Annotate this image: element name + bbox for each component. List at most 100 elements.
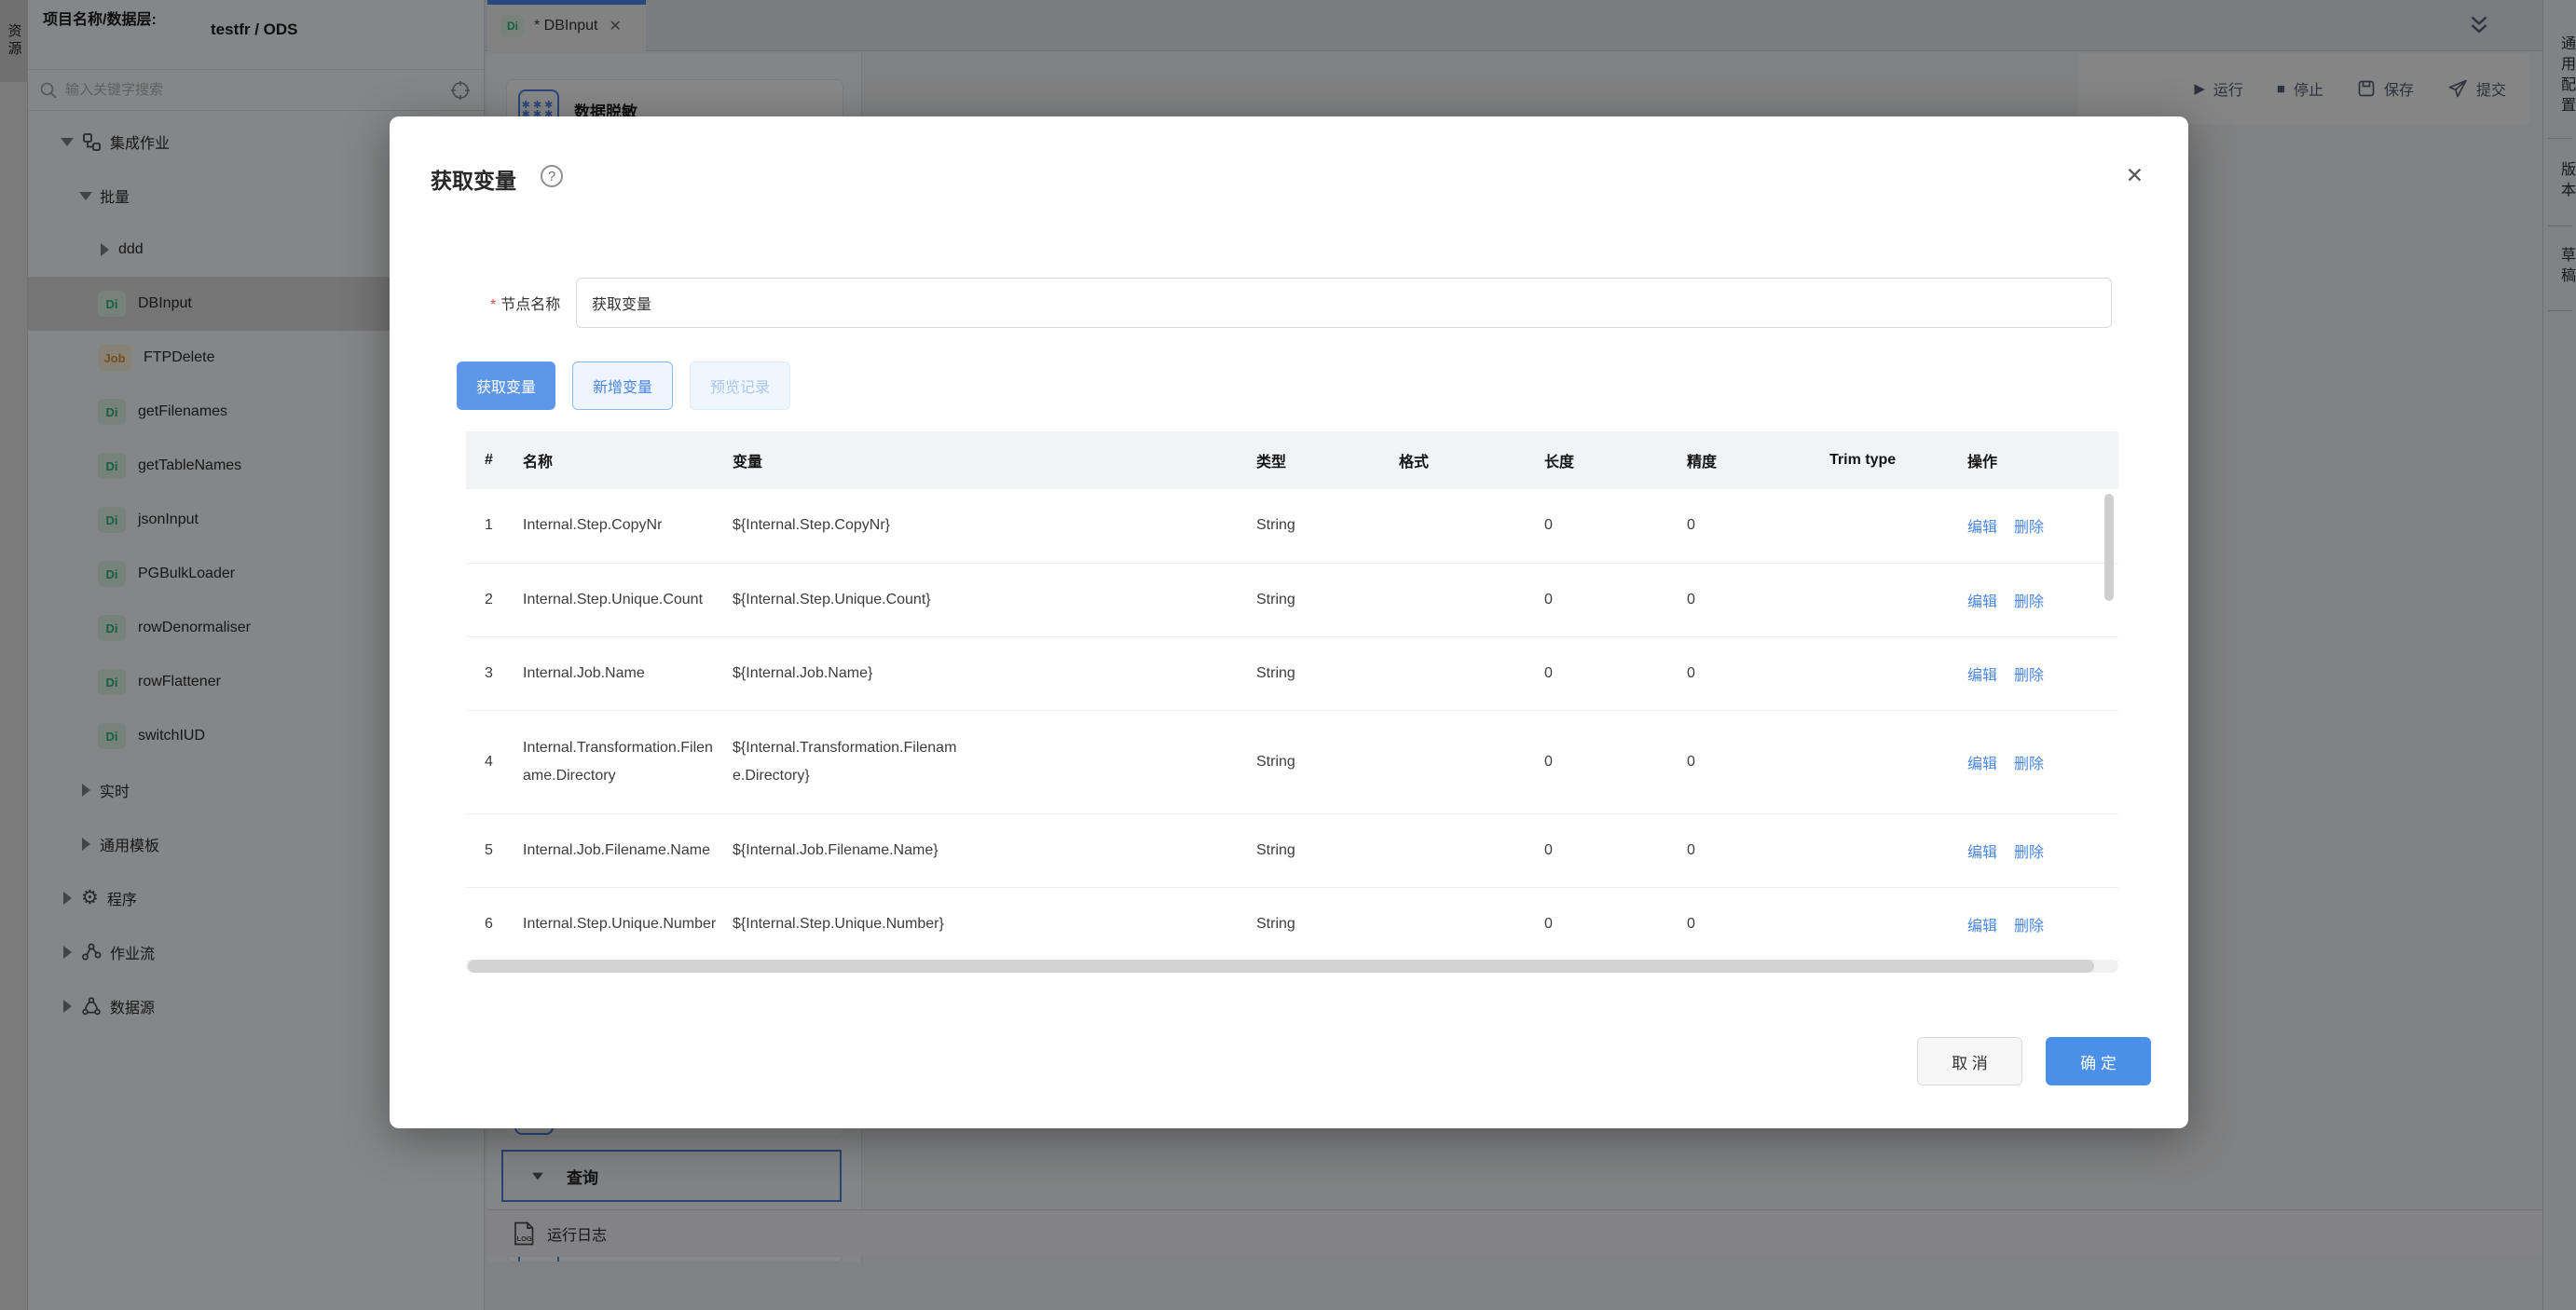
table-horizontal-scrollbar-thumb[interactable] <box>468 960 2094 973</box>
cell-format <box>1393 563 1539 636</box>
cell-variable: ${Internal.Step.Unique.Count} <box>727 563 1251 636</box>
cell-type: String <box>1251 887 1393 961</box>
fetch-variables-button[interactable]: 获取变量 <box>457 362 555 410</box>
close-icon[interactable]: ✕ <box>2126 165 2144 185</box>
name-text: Internal.Job.Name <box>523 660 645 688</box>
table-vertical-scrollbar[interactable] <box>2104 494 2114 601</box>
cell-index: 6 <box>466 887 517 961</box>
cell-name: Internal.Job.Filename.Name <box>517 813 727 887</box>
variables-table: # 名称 变量 类型 格式 长度 精度 Trim type 操作 1 Inter… <box>466 431 2118 962</box>
cell-variable: ${Internal.Transformation.Filename.Direc… <box>727 710 1251 813</box>
table-row: 5 Internal.Job.Filename.Name ${Internal.… <box>466 813 2118 887</box>
table-horizontal-scrollbar-track[interactable] <box>466 960 2118 973</box>
cell-type: String <box>1251 710 1393 813</box>
delete-link[interactable]: 删除 <box>2014 594 2044 610</box>
cell-name: Internal.Transformation.Filename.Directo… <box>517 710 727 813</box>
col-type: 类型 <box>1251 431 1393 489</box>
table-row: 4 Internal.Transformation.Filename.Direc… <box>466 710 2118 813</box>
variable-text: ${Internal.Step.CopyNr} <box>733 512 890 539</box>
table-row: 1 Internal.Step.CopyNr ${Internal.Step.C… <box>466 489 2118 563</box>
cell-index: 4 <box>466 710 517 813</box>
cell-precision: 0 <box>1681 887 1824 961</box>
cell-precision: 0 <box>1681 710 1824 813</box>
cell-length: 0 <box>1539 636 1681 710</box>
cell-name: Internal.Job.Name <box>517 636 727 710</box>
cell-type: String <box>1251 813 1393 887</box>
cell-precision: 0 <box>1681 489 1824 563</box>
delete-link[interactable]: 删除 <box>2014 919 2044 935</box>
confirm-button[interactable]: 确 定 <box>2046 1037 2151 1085</box>
cell-name: Internal.Step.CopyNr <box>517 489 727 563</box>
edit-link[interactable]: 编辑 <box>1967 845 1997 861</box>
variable-text: ${Internal.Transformation.Filename.Direc… <box>733 734 958 790</box>
cell-precision: 0 <box>1681 563 1824 636</box>
col-length: 长度 <box>1539 431 1681 489</box>
cell-index: 3 <box>466 636 517 710</box>
name-text: Internal.Step.Unique.Number <box>523 910 716 938</box>
table-row: 3 Internal.Job.Name ${Internal.Job.Name}… <box>466 636 2118 710</box>
cell-type: String <box>1251 636 1393 710</box>
node-name-label: *节点名称 <box>490 292 560 314</box>
col-index: # <box>466 431 517 489</box>
cancel-button[interactable]: 取 消 <box>1917 1037 2022 1085</box>
cell-actions: 编辑 删除 <box>1962 887 2118 961</box>
cell-name: Internal.Step.Unique.Count <box>517 563 727 636</box>
get-variables-dialog: 获取变量 ? ✕ *节点名称 获取变量 新增变量 预览记录 # 名称 变量 类型… <box>390 116 2188 1128</box>
cell-precision: 0 <box>1681 813 1824 887</box>
edit-link[interactable]: 编辑 <box>1967 520 1997 536</box>
delete-link[interactable]: 删除 <box>2014 757 2044 772</box>
cell-variable: ${Internal.Step.CopyNr} <box>727 489 1251 563</box>
delete-link[interactable]: 删除 <box>2014 668 2044 684</box>
cell-trim <box>1824 887 1962 961</box>
cell-trim <box>1824 813 1962 887</box>
delete-link[interactable]: 删除 <box>2014 520 2044 536</box>
dialog-action-buttons: 获取变量 新增变量 预览记录 <box>457 362 790 410</box>
col-variable: 变量 <box>727 431 1251 489</box>
cell-index: 2 <box>466 563 517 636</box>
name-text: Internal.Step.Unique.Count <box>523 586 703 614</box>
cell-format <box>1393 489 1539 563</box>
preview-records-button[interactable]: 预览记录 <box>690 362 790 410</box>
cell-index: 1 <box>466 489 517 563</box>
cell-trim <box>1824 563 1962 636</box>
cell-actions: 编辑 删除 <box>1962 636 2118 710</box>
node-name-input[interactable] <box>576 278 2112 328</box>
col-format: 格式 <box>1393 431 1539 489</box>
cell-type: String <box>1251 563 1393 636</box>
cell-format <box>1393 813 1539 887</box>
cell-length: 0 <box>1539 563 1681 636</box>
col-trim-type: Trim type <box>1824 431 1962 489</box>
cell-format <box>1393 636 1539 710</box>
edit-link[interactable]: 编辑 <box>1967 594 1997 610</box>
col-actions: 操作 <box>1962 431 2118 489</box>
add-variable-button[interactable]: 新增变量 <box>572 362 673 410</box>
cell-length: 0 <box>1539 813 1681 887</box>
cell-variable: ${Internal.Job.Name} <box>727 636 1251 710</box>
cell-actions: 编辑 删除 <box>1962 813 2118 887</box>
dialog-title: 获取变量 <box>431 163 516 195</box>
cell-trim <box>1824 636 1962 710</box>
cell-name: Internal.Step.Unique.Number <box>517 887 727 961</box>
help-icon[interactable]: ? <box>541 165 563 187</box>
cell-format <box>1393 710 1539 813</box>
dialog-footer: 取 消 确 定 <box>1917 1037 2151 1085</box>
cell-actions: 编辑 删除 <box>1962 710 2118 813</box>
name-text: Internal.Step.CopyNr <box>523 512 662 539</box>
edit-link[interactable]: 编辑 <box>1967 757 1997 772</box>
cell-trim <box>1824 710 1962 813</box>
table-row: 2 Internal.Step.Unique.Count ${Internal.… <box>466 563 2118 636</box>
col-name: 名称 <box>517 431 727 489</box>
node-name-label-text: 节点名称 <box>500 297 560 313</box>
name-text: Internal.Transformation.Filename.Directo… <box>523 734 720 790</box>
variables-table-container: # 名称 变量 类型 格式 长度 精度 Trim type 操作 1 Inter… <box>466 431 2118 973</box>
cell-actions: 编辑 删除 <box>1962 489 2118 563</box>
cell-format <box>1393 887 1539 961</box>
edit-link[interactable]: 编辑 <box>1967 919 1997 935</box>
variable-text: ${Internal.Step.Unique.Number} <box>733 910 944 938</box>
cell-length: 0 <box>1539 489 1681 563</box>
cell-precision: 0 <box>1681 636 1824 710</box>
cell-length: 0 <box>1539 887 1681 961</box>
edit-link[interactable]: 编辑 <box>1967 668 1997 684</box>
cell-variable: ${Internal.Job.Filename.Name} <box>727 813 1251 887</box>
delete-link[interactable]: 删除 <box>2014 845 2044 861</box>
